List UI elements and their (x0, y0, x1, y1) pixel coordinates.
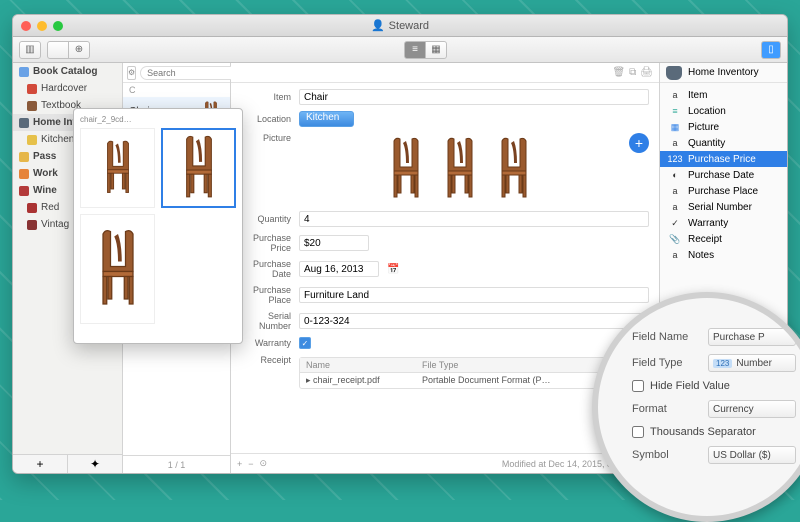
label-place: Purchase Place (241, 285, 291, 305)
library-toggle-button[interactable]: ▥ (19, 41, 41, 59)
add-picture-button[interactable]: + (629, 133, 649, 153)
inspector-field[interactable]: 123Purchase Price (660, 151, 787, 167)
minimize-window-button[interactable] (37, 21, 47, 31)
inspector-field[interactable]: aNotes (660, 247, 787, 263)
mag-format-select[interactable]: Currency (708, 400, 796, 418)
view-mode-segmented: ≡ ▦ (404, 41, 447, 59)
label-price: Purchase Price (241, 233, 291, 253)
inspector-field[interactable]: ▦Picture (660, 119, 787, 135)
inspector-icon (666, 66, 682, 80)
popup-thumb-3[interactable] (80, 214, 155, 324)
mag-field-name-value[interactable]: Purchase P (708, 328, 796, 346)
mag-hide-checkbox[interactable] (632, 380, 644, 392)
delete-item-button[interactable]: 🗑 (612, 67, 625, 78)
picture-1[interactable] (386, 137, 426, 201)
inspector-toggle-button[interactable]: ▯ (761, 41, 781, 59)
serial-number-field[interactable] (299, 313, 649, 329)
mag-format-label: Format (632, 403, 702, 415)
popup-title: chair_2_9cd… (80, 115, 236, 124)
mag-symbol-select[interactable]: US Dollar ($) (708, 446, 796, 464)
col-type: File Type (416, 358, 584, 372)
detail-action-button[interactable]: ⊙ (260, 458, 268, 469)
sidebar-section[interactable]: Book Catalog (13, 63, 122, 80)
inspector-field[interactable]: aPurchase Place (660, 183, 787, 199)
location-select[interactable]: Kitchen (299, 111, 354, 127)
window-title: Steward (389, 20, 429, 32)
popup-thumb-2[interactable] (161, 128, 236, 208)
purchase-place-field[interactable] (299, 287, 649, 303)
sidebar-item[interactable]: Hardcover (13, 80, 122, 97)
inspector-title: Home Inventory (688, 67, 759, 78)
picture-3[interactable] (494, 137, 534, 201)
mag-thousands-label: Thousands Separator (650, 426, 756, 438)
view-list-button[interactable]: ≡ (404, 41, 426, 59)
item-field[interactable] (299, 89, 649, 105)
image-picker-popup: chair_2_9cd… (73, 108, 243, 344)
zoom-window-button[interactable] (53, 21, 63, 31)
inspector-field[interactable]: aSerial Number (660, 199, 787, 215)
calendar-icon[interactable]: 📅 (387, 264, 399, 275)
print-item-button[interactable]: 🖨 (640, 67, 653, 78)
list-footer-count: 1 / 1 (123, 455, 230, 473)
list-section-header: C (123, 83, 230, 97)
label-warranty: Warranty (241, 338, 291, 348)
nav-forward-button[interactable]: ⊕ (68, 41, 90, 59)
label-quantity: Quantity (241, 214, 291, 224)
nav-segmented: ⊕ (47, 41, 90, 59)
inspector-field[interactable]: ✓Warranty (660, 215, 787, 231)
mag-thousands-checkbox[interactable] (632, 426, 644, 438)
picture-2[interactable] (440, 137, 480, 201)
inspector-field[interactable]: ◐Purchase Date (660, 167, 787, 183)
inspector-field[interactable]: 📎Receipt (660, 231, 787, 247)
purchase-date-field[interactable] (299, 261, 379, 277)
warranty-checkbox[interactable]: ✓ (299, 337, 311, 349)
popup-thumb-1[interactable] (80, 128, 155, 208)
mag-symbol-label: Symbol (632, 449, 702, 461)
mag-field-name-label: Field Name (632, 331, 702, 343)
label-date: Purchase Date (241, 259, 291, 279)
list-options-button[interactable]: ⚙ (127, 66, 136, 80)
col-name: Name (300, 358, 416, 372)
picture-gallery (299, 133, 621, 205)
sidebar-add-group-button[interactable]: ✦ (68, 455, 122, 473)
mag-field-type-label: Field Type (632, 357, 702, 369)
label-picture: Picture (241, 133, 291, 143)
inspector-field[interactable]: aQuantity (660, 135, 787, 151)
mag-hide-label: Hide Field Value (650, 380, 730, 392)
person-icon: 👤 (371, 19, 385, 32)
inspector-field[interactable]: aItem (660, 87, 787, 103)
detail-remove-button[interactable]: − (248, 459, 253, 469)
label-serial: Serial Number (241, 311, 291, 331)
label-location: Location (241, 114, 291, 124)
label-receipt: Receipt (241, 355, 291, 365)
label-item: Item (241, 92, 291, 102)
view-grid-button[interactable]: ▦ (425, 41, 447, 59)
inspector-field[interactable]: ≡Location (660, 103, 787, 119)
purchase-price-field[interactable] (299, 235, 369, 251)
quantity-field[interactable] (299, 211, 649, 227)
duplicate-item-button[interactable]: ⧉ (629, 67, 636, 78)
nav-back-button[interactable] (47, 41, 69, 59)
detail-add-button[interactable]: + (237, 459, 242, 469)
sidebar-add-button[interactable]: + (13, 455, 68, 473)
titlebar: 👤 Steward (13, 15, 787, 37)
toolbar: ▥ ⊕ ≡ ▦ ▯ (13, 37, 787, 63)
mag-field-type-select[interactable]: 123Number (708, 354, 796, 372)
close-window-button[interactable] (21, 21, 31, 31)
